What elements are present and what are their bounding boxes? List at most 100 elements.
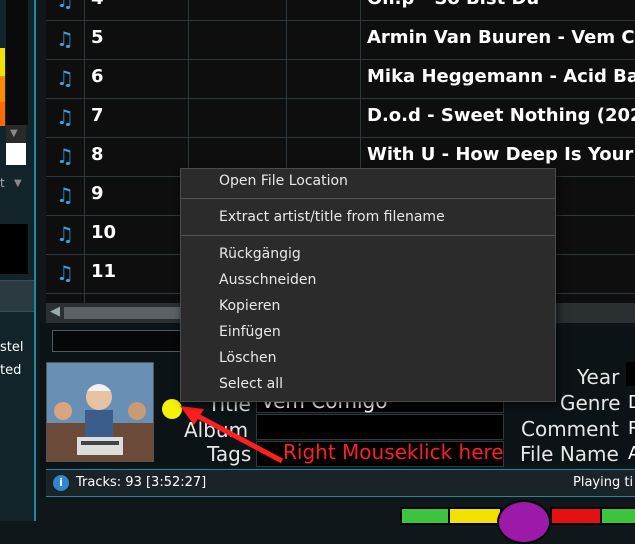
track-number-cell[interactable]: 9 [84, 177, 189, 215]
track-number: 10 [91, 222, 117, 243]
track-number: 5 [91, 27, 104, 48]
menu-item-copy[interactable]: Kopieren [219, 298, 280, 314]
left-black-panel [0, 224, 28, 274]
left-panel-list [6, 0, 28, 125]
music-note-icon: ♫ [56, 105, 74, 129]
left-partial-label: t [0, 176, 5, 190]
green-button[interactable] [600, 507, 635, 525]
track-title: Mika Heggemann - Acid Base [367, 66, 635, 87]
playing-time: Playing ti [573, 475, 634, 490]
track-number-cell[interactable]: 6 [84, 60, 189, 98]
track-title-cell[interactable]: D.o.d - Sweet Nothing (2025 [360, 99, 635, 137]
chevron-down-icon[interactable]: ▼ [14, 178, 22, 189]
track-number-cell[interactable]: 10 [84, 216, 189, 254]
music-note-icon: ♫ [56, 66, 74, 90]
music-note-icon: ♫ [56, 222, 74, 246]
track-icon-cell: ♫ [46, 0, 85, 20]
track-icon-cell: ♫ [46, 60, 85, 98]
left-sidebar: ▼ t ▼ stel ted [0, 0, 36, 521]
left-white-box [6, 143, 26, 165]
track-icon-cell: ♫ [46, 177, 85, 215]
track-number: 7 [91, 105, 104, 126]
menu-item-delete[interactable]: Löschen [219, 350, 276, 366]
track-empty-cell[interactable] [286, 0, 361, 20]
track-title: Oli.p - So Bist Du [367, 0, 539, 9]
track-title: D.o.d - Sweet Nothing (2025 [367, 105, 635, 126]
music-note-icon: ♫ [56, 0, 74, 12]
table-row[interactable]: ♫ 6 Mika Heggemann - Acid Base [46, 60, 635, 99]
info-icon: i [53, 475, 69, 491]
album-field[interactable] [256, 414, 504, 440]
status-bar: i Tracks: 93 [3:52:27] Playing ti [46, 469, 635, 497]
track-icon-cell: ♫ [46, 255, 85, 293]
track-icon-cell: ♫ [46, 216, 85, 254]
genre-label: Genre [560, 391, 621, 415]
color-swatch-orange-dark [0, 102, 5, 126]
yellow-button[interactable] [448, 507, 502, 525]
comment-value[interactable]: R [628, 418, 635, 439]
music-note-icon: ♫ [56, 183, 74, 207]
track-title-cell[interactable]: Mika Heggemann - Acid Base [360, 60, 635, 98]
track-empty-cell[interactable] [286, 21, 361, 59]
comment-label: Comment [521, 417, 619, 441]
track-empty-cell[interactable] [188, 99, 287, 137]
green-button[interactable] [400, 507, 450, 525]
table-row[interactable]: ♫ 7 D.o.d - Sweet Nothing (2025 [46, 99, 635, 138]
year-field[interactable] [626, 362, 635, 386]
track-empty-cell[interactable] [188, 21, 287, 59]
track-number-cell[interactable]: 11 [84, 255, 189, 293]
left-sidebar-border [34, 0, 36, 521]
red-button[interactable] [550, 507, 602, 525]
track-number: 6 [91, 66, 104, 87]
track-number: 9 [91, 183, 104, 204]
left-text-line: stel [0, 340, 24, 355]
table-row[interactable]: ♫ 5 Armin Van Buuren - Vem Com [46, 21, 635, 60]
menu-item-paste[interactable]: Einfügen [219, 324, 281, 340]
track-empty-cell[interactable] [286, 60, 361, 98]
track-empty-cell[interactable] [188, 0, 287, 20]
color-swatch-orange [0, 76, 5, 102]
annotation-arrow [180, 406, 284, 464]
context-menu: Open File Location Extract artist/title … [180, 168, 556, 402]
track-number: 4 [91, 0, 104, 9]
track-title: Armin Van Buuren - Vem Com [367, 27, 635, 48]
track-number-cell[interactable]: 8 [84, 138, 189, 176]
left-text-line: ted [0, 363, 22, 378]
track-number-cell[interactable]: 7 [84, 99, 189, 137]
annotation-text: Right Mouseklick here [283, 440, 504, 464]
track-number: 11 [91, 261, 117, 282]
menu-item-cut[interactable]: Ausschneiden [219, 272, 316, 288]
genre-value[interactable]: D [628, 392, 635, 413]
purple-round-button[interactable] [497, 500, 551, 544]
track-title: With U - How Deep Is Your Lo [367, 144, 635, 165]
menu-separator [181, 235, 555, 236]
music-note-icon: ♫ [56, 261, 74, 285]
left-dropdown[interactable]: ▼ [6, 125, 26, 143]
track-empty-cell[interactable] [188, 60, 287, 98]
menu-separator [181, 198, 555, 199]
track-icon-cell: ♫ [46, 21, 85, 59]
track-title-cell[interactable]: Oli.p - So Bist Du [360, 0, 635, 20]
menu-item-undo[interactable]: Rückgängig [219, 246, 301, 262]
track-number-cell[interactable]: 5 [84, 21, 189, 59]
track-number-cell[interactable]: 4 [84, 0, 189, 20]
menu-item-open-file-location[interactable]: Open File Location [219, 173, 348, 189]
scroll-left-icon[interactable]: ◀ [50, 304, 60, 319]
track-empty-cell[interactable] [286, 99, 361, 137]
track-icon-cell: ♫ [46, 138, 85, 176]
track-icon-cell: ♫ [46, 99, 85, 137]
left-panel-header [0, 280, 36, 312]
music-note-icon: ♫ [56, 27, 74, 51]
menu-item-extract-artist-title[interactable]: Extract artist/title from filename [219, 209, 445, 225]
track-title-cell[interactable]: Armin Van Buuren - Vem Com [360, 21, 635, 59]
year-label: Year [577, 365, 620, 389]
filter-input[interactable] [52, 330, 184, 352]
color-swatch-yellow [0, 48, 5, 76]
file-name-label: File Name [520, 442, 619, 466]
file-name-value[interactable]: A [628, 443, 635, 464]
music-note-icon: ♫ [56, 144, 74, 168]
table-row[interactable]: ♫ 4 Oli.p - So Bist Du [46, 0, 635, 21]
menu-item-select-all[interactable]: Select all [219, 376, 283, 392]
album-cover-image[interactable] [46, 362, 154, 462]
track-number: 8 [91, 144, 104, 165]
